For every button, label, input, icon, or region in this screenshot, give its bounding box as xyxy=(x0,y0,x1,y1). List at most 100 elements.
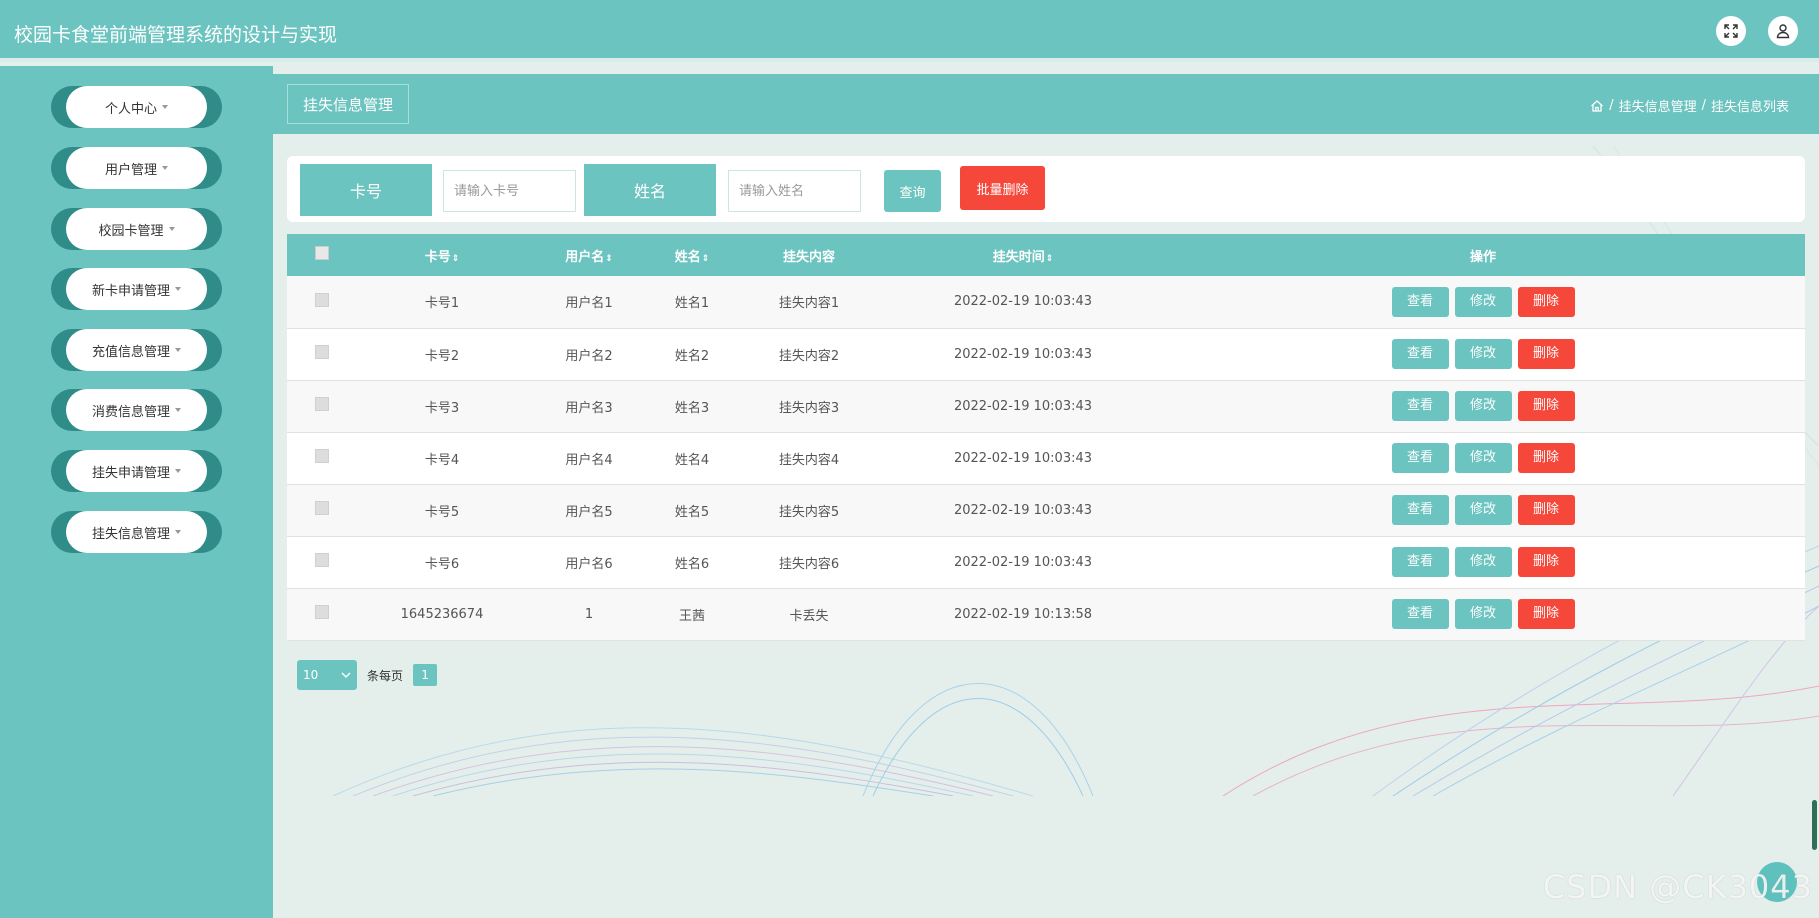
cell-actions: 查看 修改 删除 xyxy=(1161,536,1805,588)
cell-username: 用户名3 xyxy=(565,400,613,416)
cell-actions: 查看 修改 删除 xyxy=(1161,484,1805,536)
name-input[interactable] xyxy=(728,170,861,212)
edit-button[interactable]: 修改 xyxy=(1454,286,1512,317)
delete-button[interactable]: 删除 xyxy=(1517,443,1575,473)
table-header-row: 卡号⇕ 用户名⇕ 姓名⇕ 挂失内容 挂失时间⇕ 操作 xyxy=(287,234,1805,276)
page-title-tab[interactable]: 挂失信息管理 xyxy=(287,84,410,124)
view-button[interactable]: 查看 xyxy=(1391,547,1449,577)
batch-delete-button[interactable]: 批量删除 xyxy=(960,166,1045,210)
cell-username: 用户名1 xyxy=(565,296,613,312)
cell-card-no: 卡号5 xyxy=(424,504,460,520)
name-label: 姓名 xyxy=(584,164,716,216)
cell-card-no: 卡号1 xyxy=(424,296,460,312)
sort-icon[interactable]: ⇕ xyxy=(702,254,710,264)
sidebar-item-label: 消费信息管理 xyxy=(91,404,170,420)
row-checkbox[interactable] xyxy=(315,605,329,619)
sort-icon[interactable]: ⇕ xyxy=(452,254,460,264)
sort-icon[interactable]: ⇕ xyxy=(605,254,613,264)
query-button[interactable]: 查询 xyxy=(884,170,941,212)
page-number-current[interactable]: 1 xyxy=(413,664,438,686)
column-header-username[interactable]: 用户名⇕ xyxy=(527,234,651,276)
table-row: 卡号5 用户名5 姓名5 挂失内容5 2022-02-19 10:03:43 查… xyxy=(287,484,1805,536)
sidebar-item-label: 校园卡管理 xyxy=(98,223,164,239)
view-button[interactable]: 查看 xyxy=(1391,286,1449,317)
page-size-select[interactable]: 10 xyxy=(297,660,357,690)
home-icon[interactable] xyxy=(1590,99,1604,113)
view-button[interactable]: 查看 xyxy=(1391,599,1449,629)
row-checkbox[interactable] xyxy=(315,345,329,359)
scrollbar-indicator[interactable] xyxy=(1812,800,1817,850)
table-row: 卡号6 用户名6 姓名6 挂失内容6 2022-02-19 10:03:43 查… xyxy=(287,536,1805,588)
sidebar-item-consumption-info[interactable]: 消费信息管理 xyxy=(51,389,222,431)
cell-content: 挂失内容1 xyxy=(778,296,840,312)
delete-button[interactable]: 删除 xyxy=(1517,495,1575,525)
cell-actions: 查看 修改 删除 xyxy=(1161,380,1805,432)
breadcrumb-separator: / xyxy=(1609,98,1614,113)
user-icon[interactable] xyxy=(1768,16,1798,46)
caret-down-icon xyxy=(175,530,181,534)
edit-button[interactable]: 修改 xyxy=(1454,339,1512,369)
row-checkbox[interactable] xyxy=(315,397,329,411)
cell-time: 2022-02-19 10:03:43 xyxy=(953,502,1093,518)
edit-button[interactable]: 修改 xyxy=(1454,599,1512,629)
cell-time: 2022-02-19 10:03:43 xyxy=(953,450,1093,466)
edit-button[interactable]: 修改 xyxy=(1454,443,1512,473)
cell-card-no: 1645236674 xyxy=(400,606,484,622)
chevron-down-icon xyxy=(341,672,351,678)
watermark: CSDN @CK3043 xyxy=(1542,868,1813,906)
view-button[interactable]: 查看 xyxy=(1391,495,1449,525)
breadcrumb-separator: / xyxy=(1701,98,1706,113)
main-content: 挂失信息管理 / 挂失信息管理 / 挂失信息列表 卡号 姓名 查询 批量删除 xyxy=(273,66,1819,918)
table-row: 卡号2 用户名2 姓名2 挂失内容2 2022-02-19 10:03:43 查… xyxy=(287,328,1805,380)
caret-down-icon xyxy=(175,469,181,473)
breadcrumb-level1[interactable]: 挂失信息管理 xyxy=(1619,96,1697,115)
card-no-input[interactable] xyxy=(443,170,576,212)
delete-button[interactable]: 删除 xyxy=(1517,391,1575,421)
sidebar-item-loss-info[interactable]: 挂失信息管理 xyxy=(51,511,222,553)
column-header-card-no[interactable]: 卡号⇕ xyxy=(357,234,527,276)
edit-button[interactable]: 修改 xyxy=(1454,391,1512,421)
cell-time: 2022-02-19 10:03:43 xyxy=(953,398,1093,414)
cell-actions: 查看 修改 删除 xyxy=(1161,328,1805,380)
sidebar-item-recharge-info[interactable]: 充值信息管理 xyxy=(51,329,222,371)
sidebar-item-label: 新卡申请管理 xyxy=(91,283,170,299)
breadcrumb-bar: 挂失信息管理 / 挂失信息管理 / 挂失信息列表 xyxy=(273,74,1819,134)
caret-down-icon xyxy=(175,408,181,412)
fullscreen-icon[interactable] xyxy=(1716,16,1746,46)
caret-down-icon xyxy=(162,166,168,170)
cell-actions: 查看 修改 删除 xyxy=(1161,276,1805,328)
row-checkbox[interactable] xyxy=(315,553,329,567)
sidebar-item-loss-application[interactable]: 挂失申请管理 xyxy=(51,450,222,492)
edit-button[interactable]: 修改 xyxy=(1454,495,1512,525)
search-panel: 卡号 姓名 查询 批量删除 xyxy=(287,156,1805,222)
row-checkbox[interactable] xyxy=(315,501,329,515)
column-header-name[interactable]: 姓名⇕ xyxy=(651,234,733,276)
view-button[interactable]: 查看 xyxy=(1391,339,1449,369)
row-checkbox[interactable] xyxy=(315,449,329,463)
delete-button[interactable]: 删除 xyxy=(1517,547,1575,577)
view-button[interactable]: 查看 xyxy=(1391,443,1449,473)
sidebar-item-personal-center[interactable]: 个人中心 xyxy=(51,86,222,128)
cell-card-no: 卡号3 xyxy=(424,400,460,416)
column-header-time[interactable]: 挂失时间⇕ xyxy=(885,234,1161,276)
edit-button[interactable]: 修改 xyxy=(1454,547,1512,577)
row-checkbox[interactable] xyxy=(315,292,329,307)
cell-time: 2022-02-19 10:03:43 xyxy=(953,554,1093,570)
delete-button[interactable]: 删除 xyxy=(1517,339,1575,369)
sidebar-item-new-card-application[interactable]: 新卡申请管理 xyxy=(51,268,222,310)
column-header-content: 挂失内容 xyxy=(733,234,885,276)
table-row: 卡号4 用户名4 姓名4 挂失内容4 2022-02-19 10:03:43 查… xyxy=(287,432,1805,484)
select-all-checkbox[interactable] xyxy=(315,246,329,260)
row-select-cell xyxy=(287,380,357,432)
sidebar-item-campus-card[interactable]: 校园卡管理 xyxy=(51,208,222,250)
cell-time: 2022-02-19 10:03:43 xyxy=(953,346,1093,362)
pagination: 10 条每页 1 xyxy=(297,660,438,690)
delete-button[interactable]: 删除 xyxy=(1517,599,1575,629)
delete-button[interactable]: 删除 xyxy=(1517,286,1575,317)
row-select-cell xyxy=(287,484,357,536)
table-row: 卡号3 用户名3 姓名3 挂失内容3 2022-02-19 10:03:43 查… xyxy=(287,380,1805,432)
view-button[interactable]: 查看 xyxy=(1391,391,1449,421)
cell-actions: 查看 修改 删除 xyxy=(1161,588,1805,640)
sidebar-item-user-management[interactable]: 用户管理 xyxy=(51,147,222,189)
sort-icon[interactable]: ⇕ xyxy=(1046,254,1054,264)
